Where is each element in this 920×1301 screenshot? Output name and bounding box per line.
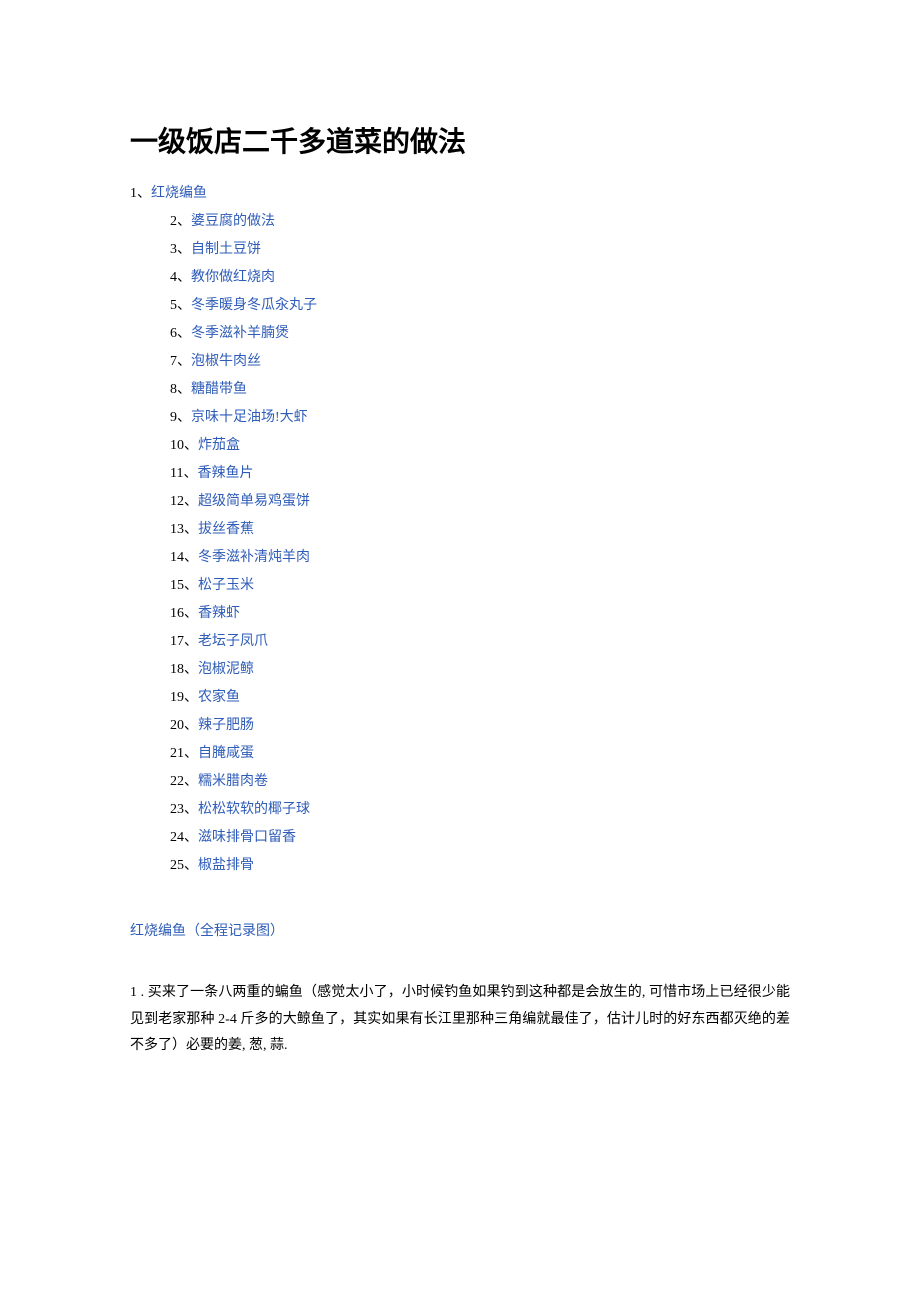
toc-item-link[interactable]: 泡椒泥鲸: [198, 662, 254, 677]
toc-item-17: 17、老坛子凤爪: [170, 628, 790, 656]
toc-item-24: 24、滋味排骨口留香: [170, 824, 790, 852]
toc-item-link[interactable]: 拔丝香蕉: [198, 522, 254, 537]
toc-item-link[interactable]: 自腌咸蛋: [198, 746, 254, 761]
toc-item-link[interactable]: 滋味排骨口留香: [198, 830, 296, 845]
toc-item-number: 15、: [170, 578, 198, 593]
toc-item-12: 12、超级简单易鸡蛋饼: [170, 488, 790, 516]
toc-item-link[interactable]: 教你做红烧肉: [191, 270, 275, 285]
toc-item-number: 2、: [170, 214, 191, 229]
toc-item-2: 2、婆豆腐的做法: [170, 208, 790, 236]
toc-item-number: 4、: [170, 270, 191, 285]
toc-item-link[interactable]: 椒盐排骨: [198, 858, 254, 873]
toc-item-number: 19、: [170, 690, 198, 705]
toc-item-number: 16、: [170, 606, 198, 621]
toc-item-10: 10、炸茄盒: [170, 432, 790, 460]
toc-item-11: 11、香辣鱼片: [170, 460, 790, 488]
toc-item-25: 25、椒盐排骨: [170, 852, 790, 880]
body-paragraph: 1 . 买来了一条八两重的蝙鱼（感觉太小了，小时候钓鱼如果钓到这种都是会放生的,…: [130, 980, 790, 1060]
toc-item-number: 14、: [170, 550, 198, 565]
toc-item-number: 1、: [130, 186, 151, 201]
toc-item-number: 7、: [170, 354, 191, 369]
toc-item-link[interactable]: 香辣鱼片: [197, 466, 253, 481]
toc-item-number: 13、: [170, 522, 198, 537]
toc-item-9: 9、京味十足油场!大虾: [170, 404, 790, 432]
toc-item-number: 25、: [170, 858, 198, 873]
toc-item-14: 14、冬季滋补清炖羊肉: [170, 544, 790, 572]
toc-item-number: 11、: [170, 466, 197, 481]
toc-item-link[interactable]: 自制土豆饼: [191, 242, 261, 257]
toc-item-link[interactable]: 泡椒牛肉丝: [191, 354, 261, 369]
toc-item-number: 18、: [170, 662, 198, 677]
toc-item-18: 18、泡椒泥鲸: [170, 656, 790, 684]
section-heading[interactable]: 红烧编鱼（全程记录图）: [130, 920, 790, 940]
toc-item-4: 4、教你做红烧肉: [170, 264, 790, 292]
toc-item-link[interactable]: 老坛子凤爪: [198, 634, 268, 649]
toc-item-number: 17、: [170, 634, 198, 649]
toc-item-number: 12、: [170, 494, 198, 509]
toc-item-link[interactable]: 婆豆腐的做法: [191, 214, 275, 229]
toc-item-1: 1、红烧编鱼: [130, 180, 790, 208]
toc-item-link[interactable]: 松子玉米: [198, 578, 254, 593]
toc-item-link[interactable]: 香辣虾: [198, 606, 240, 621]
toc-item-5: 5、冬季暖身冬瓜汆丸子: [170, 292, 790, 320]
toc-item-link[interactable]: 冬季滋补羊腩煲: [191, 326, 289, 341]
toc-item-link[interactable]: 冬季暖身冬瓜汆丸子: [191, 298, 317, 313]
toc-item-link[interactable]: 糯米腊肉卷: [198, 774, 268, 789]
toc-item-number: 20、: [170, 718, 198, 733]
toc-item-3: 3、自制土豆饼: [170, 236, 790, 264]
toc-item-19: 19、农家鱼: [170, 684, 790, 712]
toc-list: 2、婆豆腐的做法 3、自制土豆饼 4、教你做红烧肉 5、冬季暖身冬瓜汆丸子 6、…: [170, 208, 790, 880]
toc-item-number: 5、: [170, 298, 191, 313]
toc-item-link[interactable]: 炸茄盒: [198, 438, 240, 453]
toc-item-number: 23、: [170, 802, 198, 817]
toc-item-16: 16、香辣虾: [170, 600, 790, 628]
toc-item-number: 6、: [170, 326, 191, 341]
toc-item-link[interactable]: 超级简单易鸡蛋饼: [198, 494, 310, 509]
toc-item-link[interactable]: 辣子肥肠: [198, 718, 254, 733]
toc-item-number: 8、: [170, 382, 191, 397]
toc-item-number: 10、: [170, 438, 198, 453]
toc-item-21: 21、自腌咸蛋: [170, 740, 790, 768]
toc-item-22: 22、糯米腊肉卷: [170, 768, 790, 796]
toc-item-13: 13、拔丝香蕉: [170, 516, 790, 544]
toc-item-15: 15、松子玉米: [170, 572, 790, 600]
toc-item-link[interactable]: 松松软软的椰子球: [198, 802, 310, 817]
toc-item-20: 20、辣子肥肠: [170, 712, 790, 740]
page-title: 一级饭店二千多道菜的做法: [130, 120, 790, 160]
toc-item-number: 24、: [170, 830, 198, 845]
toc-item-6: 6、冬季滋补羊腩煲: [170, 320, 790, 348]
toc-item-23: 23、松松软软的椰子球: [170, 796, 790, 824]
toc-item-8: 8、糖醋带鱼: [170, 376, 790, 404]
toc-item-number: 22、: [170, 774, 198, 789]
toc-item-link[interactable]: 红烧编鱼: [151, 186, 207, 201]
toc-item-link[interactable]: 糖醋带鱼: [191, 382, 247, 397]
toc-item-number: 21、: [170, 746, 198, 761]
toc-item-number: 3、: [170, 242, 191, 257]
toc-item-link[interactable]: 农家鱼: [198, 690, 240, 705]
toc-item-7: 7、泡椒牛肉丝: [170, 348, 790, 376]
toc-item-link[interactable]: 京味十足油场!大虾: [191, 410, 308, 425]
toc-item-link[interactable]: 冬季滋补清炖羊肉: [198, 550, 310, 565]
toc-item-number: 9、: [170, 410, 191, 425]
